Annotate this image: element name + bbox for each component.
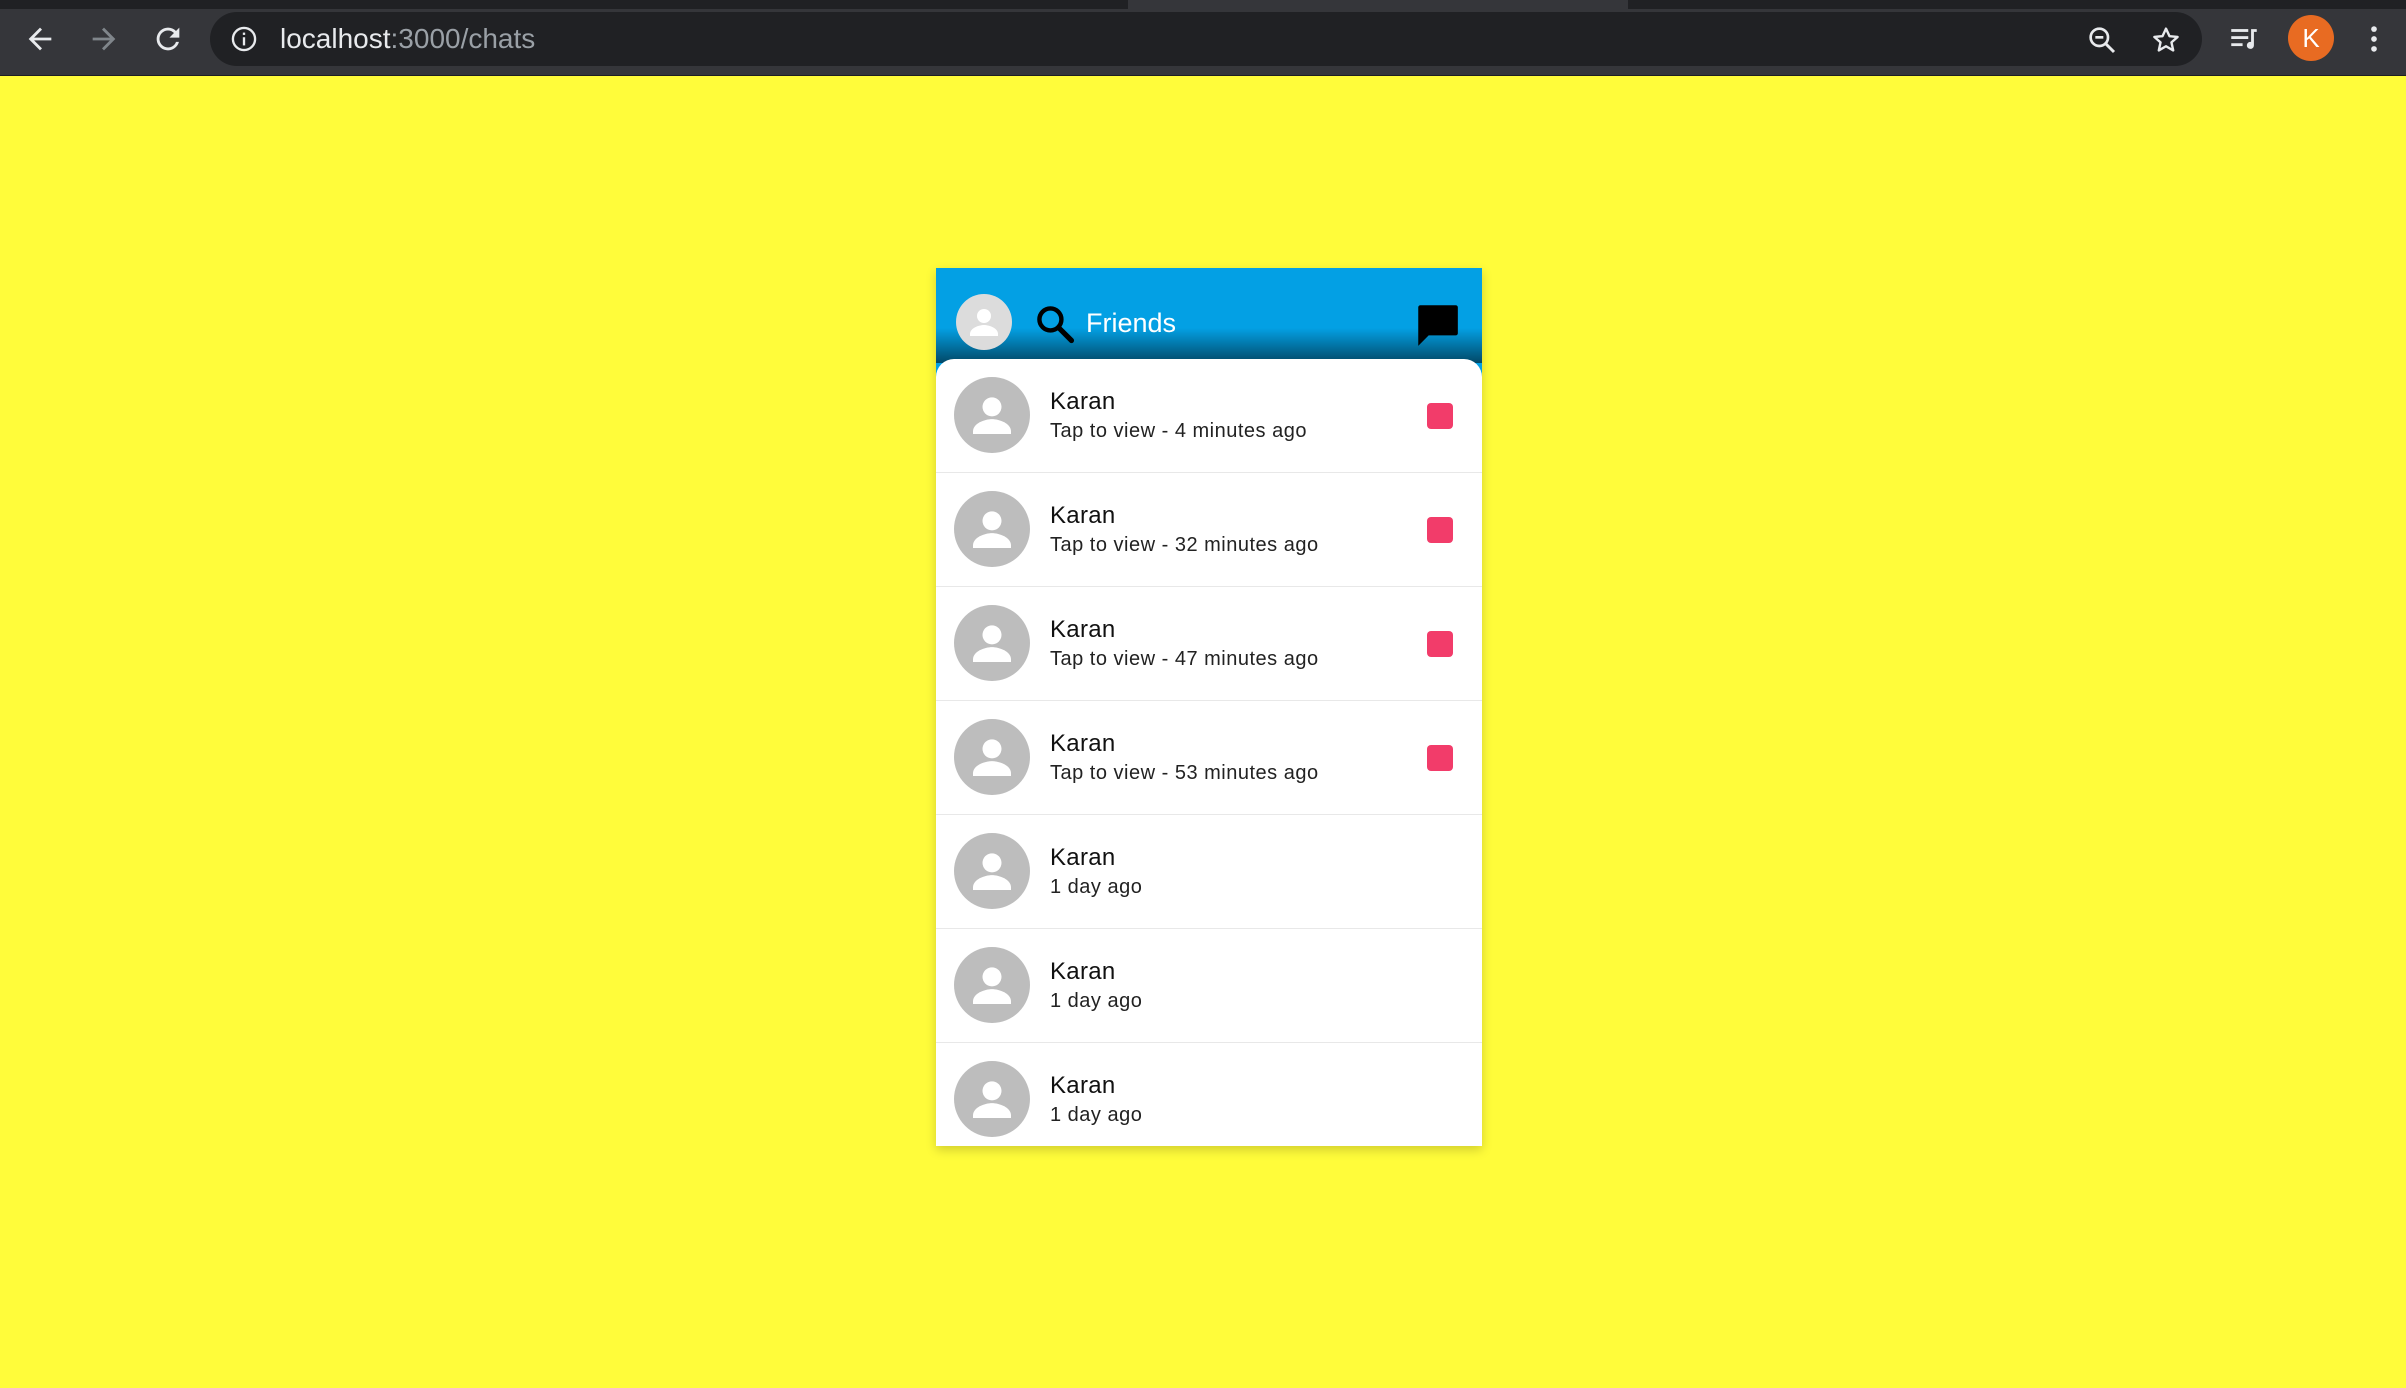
contact-name: Karan bbox=[1050, 1072, 1116, 1099]
address-bar[interactable]: localhost:3000/chats bbox=[210, 12, 2202, 66]
url-host: localhost bbox=[280, 23, 391, 54]
contact-avatar bbox=[954, 719, 1030, 795]
forward-button[interactable] bbox=[82, 17, 126, 61]
back-button[interactable] bbox=[18, 17, 62, 61]
unread-snap-icon bbox=[1427, 745, 1453, 771]
chat-status: 1 day ago bbox=[1050, 990, 1143, 1012]
browser-toolbar: localhost:3000/chats K bbox=[0, 0, 2406, 76]
chat-row[interactable]: Karan 1 day ago bbox=[936, 929, 1482, 1043]
person-icon bbox=[973, 397, 1011, 434]
person-icon bbox=[973, 511, 1011, 548]
chats-header: Friends bbox=[936, 268, 1482, 363]
contact-name: Karan bbox=[1050, 844, 1116, 871]
contact-name: Karan bbox=[1050, 958, 1116, 985]
header-shadow bbox=[936, 328, 1482, 363]
search-icon[interactable] bbox=[1033, 302, 1077, 351]
url-path: :3000/chats bbox=[390, 23, 536, 54]
contact-avatar bbox=[954, 491, 1030, 567]
person-icon bbox=[973, 1081, 1011, 1118]
reload-icon bbox=[156, 27, 180, 51]
person-icon bbox=[970, 309, 998, 336]
chat-status: 1 day ago bbox=[1050, 876, 1143, 898]
active-tab[interactable] bbox=[1128, 0, 1628, 9]
more-vertical-icon bbox=[2371, 26, 2377, 52]
unread-snap-icon bbox=[1427, 517, 1453, 543]
arrow-left-icon bbox=[28, 27, 52, 51]
contact-name: Karan bbox=[1050, 502, 1116, 529]
contact-name: Karan bbox=[1050, 388, 1116, 415]
unread-snap-icon bbox=[1427, 403, 1453, 429]
chat-status: Tap to view - 47 minutes ago bbox=[1050, 648, 1319, 670]
chat-status: Tap to view - 32 minutes ago bbox=[1050, 534, 1319, 556]
profile-avatar[interactable]: K bbox=[2288, 15, 2334, 61]
chat-row[interactable]: Karan Tap to view - 53 minutes ago bbox=[936, 701, 1482, 815]
chat-status: Tap to view - 53 minutes ago bbox=[1050, 762, 1319, 784]
site-info-icon[interactable] bbox=[230, 25, 258, 58]
contact-avatar bbox=[954, 377, 1030, 453]
unread-snap-icon bbox=[1427, 631, 1453, 657]
user-avatar[interactable] bbox=[956, 294, 1012, 350]
header-title[interactable]: Friends bbox=[1086, 306, 1176, 340]
chat-row[interactable]: Karan Tap to view - 4 minutes ago bbox=[936, 359, 1482, 473]
url-text[interactable]: localhost:3000/chats bbox=[280, 22, 535, 56]
zoom-icon[interactable] bbox=[2086, 24, 2118, 56]
reload-button[interactable] bbox=[146, 17, 190, 61]
bookmark-star-icon[interactable] bbox=[2150, 24, 2182, 56]
chat-status: 1 day ago bbox=[1050, 1104, 1143, 1126]
chats-panel: Friends Karan Tap to view - 4 minutes ago… bbox=[936, 268, 1482, 1146]
contact-avatar bbox=[954, 605, 1030, 681]
chat-row[interactable]: Karan 1 day ago bbox=[936, 815, 1482, 929]
chat-list: Karan Tap to view - 4 minutes ago Karan Tap… bbox=[936, 359, 1482, 1146]
chat-status: Tap to view - 4 minutes ago bbox=[1050, 420, 1307, 442]
media-controls-button[interactable] bbox=[2222, 17, 2266, 61]
playlist-icon bbox=[2231, 29, 2257, 49]
chat-row[interactable]: Karan Tap to view - 47 minutes ago bbox=[936, 587, 1482, 701]
tab-strip bbox=[0, 0, 2406, 9]
contact-avatar bbox=[954, 833, 1030, 909]
new-chat-icon[interactable] bbox=[1412, 300, 1462, 355]
person-icon bbox=[973, 739, 1011, 776]
arrow-right-icon bbox=[92, 27, 116, 51]
person-icon bbox=[973, 853, 1011, 890]
contact-name: Karan bbox=[1050, 730, 1116, 757]
browser-menu-button[interactable] bbox=[2352, 17, 2396, 61]
contact-avatar bbox=[954, 1061, 1030, 1137]
person-icon bbox=[973, 967, 1011, 1004]
contact-avatar bbox=[954, 947, 1030, 1023]
contact-name: Karan bbox=[1050, 616, 1116, 643]
chat-row[interactable]: Karan 1 day ago bbox=[936, 1043, 1482, 1146]
chat-row[interactable]: Karan Tap to view - 32 minutes ago bbox=[936, 473, 1482, 587]
person-icon bbox=[973, 625, 1011, 662]
